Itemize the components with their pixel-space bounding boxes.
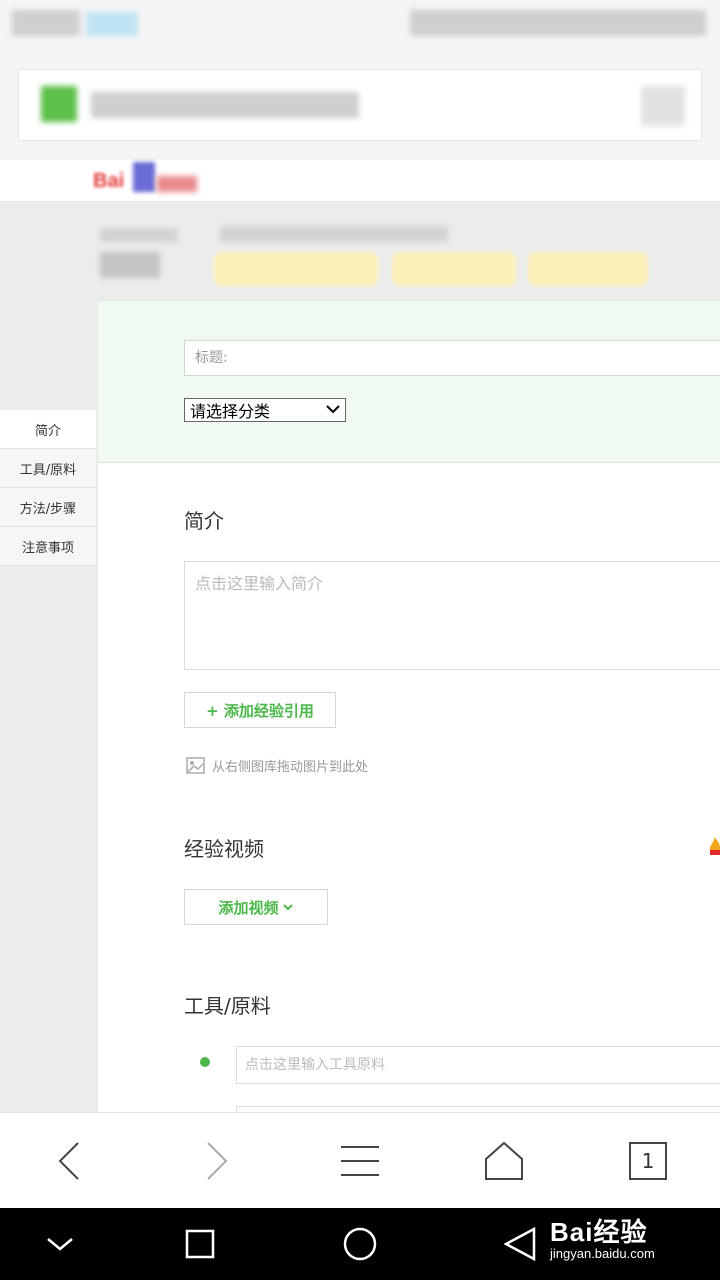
flame-icon (709, 837, 720, 855)
chevron-left-icon (58, 1142, 79, 1180)
intro-textarea[interactable]: 点击这里输入简介 (184, 561, 720, 670)
badge-3 (528, 252, 648, 286)
tools-input[interactable]: 点击这里输入工具原料 (236, 1046, 720, 1084)
refresh-icon[interactable] (641, 86, 685, 126)
category-select[interactable]: 请选择分类 (184, 398, 346, 422)
status-bar (0, 0, 720, 55)
badge-2 (392, 252, 516, 286)
tab-count: 1 (641, 1149, 655, 1173)
add-video-label: 添加视频 (218, 898, 279, 917)
nav-item-intro[interactable]: 简介 (0, 410, 96, 449)
address-bar-area (0, 55, 720, 160)
add-video-button[interactable]: 添加视频 (184, 889, 328, 925)
baidu-jingyan-watermark: Bai经验 jingyan.baidu.com (550, 1212, 720, 1272)
chevron-down-icon (326, 405, 340, 414)
intro-heading: 简介 (184, 509, 224, 533)
circle-icon (343, 1227, 377, 1261)
nav-item-label: 方法/步骤 (19, 501, 77, 517)
home-nav-button[interactable] (340, 1224, 380, 1264)
logo-suffix-blurred (157, 176, 197, 192)
menu-button[interactable] (336, 1137, 384, 1185)
nav-item-tools[interactable]: 工具/原料 (0, 449, 96, 488)
category-selected-value: 请选择分类 (190, 402, 271, 421)
hide-nav-button[interactable] (40, 1224, 80, 1264)
user-stats-blurred (220, 226, 448, 242)
tools-heading: 工具/原料 (184, 994, 271, 1018)
carrier-text-blurred (12, 10, 80, 36)
nav-item-label: 简介 (34, 423, 61, 439)
badge-1 (214, 252, 378, 286)
shield-icon (41, 86, 77, 122)
watermark-main: Bai经验 (550, 1217, 648, 1247)
drag-image-hint: 从右侧图库拖动图片到此处 (184, 756, 368, 775)
logo-text: Bai (93, 170, 125, 192)
title-input[interactable]: 标题: (184, 340, 720, 376)
editor-panel: 标题: 请选择分类 简介 点击这里输入简介 + 添加经验引用 从右侧图库拖动图片… (98, 300, 720, 1126)
home-icon (485, 1141, 523, 1180)
username-blurred (100, 228, 178, 242)
add-reference-button[interactable]: + 添加经验引用 (184, 692, 336, 728)
nav-item-notes[interactable]: 注意事项 (0, 527, 96, 566)
status-icons-blurred (410, 10, 706, 36)
title-section: 标题: 请选择分类 (98, 300, 720, 463)
home-button[interactable] (480, 1137, 528, 1185)
back-nav-button[interactable] (500, 1224, 540, 1264)
square-icon (185, 1229, 215, 1259)
nav-item-label: 注意事项 (21, 540, 74, 556)
triangle-back-icon (504, 1227, 536, 1261)
address-bar[interactable] (18, 69, 702, 141)
menu-icon (341, 1146, 379, 1176)
drag-hint-text: 从右侧图库拖动图片到此处 (212, 760, 369, 775)
nav-item-steps[interactable]: 方法/步骤 (0, 488, 96, 527)
network-icon (86, 12, 138, 36)
back-button[interactable] (46, 1137, 94, 1185)
chevron-down-icon (282, 904, 293, 911)
browser-toolbar: 1 (0, 1112, 720, 1208)
left-nav: 简介 工具/原料 方法/步骤 注意事项 (0, 410, 96, 566)
forward-button[interactable] (192, 1137, 240, 1185)
site-header: Bai (0, 160, 720, 202)
tabs-icon: 1 (629, 1142, 667, 1180)
image-icon (186, 756, 205, 774)
recent-apps-button[interactable] (180, 1224, 220, 1264)
url-text-blurred (91, 92, 359, 118)
chevron-down-icon (47, 1238, 73, 1251)
watermark-url: jingyan.baidu.com (550, 1246, 655, 1261)
video-heading: 经验视频 (184, 837, 264, 861)
tabs-button[interactable]: 1 (624, 1137, 672, 1185)
nav-item-label: 工具/原料 (19, 462, 77, 478)
baidu-logo[interactable]: Bai (93, 162, 201, 194)
user-level-blurred (100, 252, 160, 278)
bullet-dot-icon (200, 1057, 210, 1067)
chevron-right-icon (207, 1142, 228, 1180)
paw-logo-icon (133, 162, 155, 192)
